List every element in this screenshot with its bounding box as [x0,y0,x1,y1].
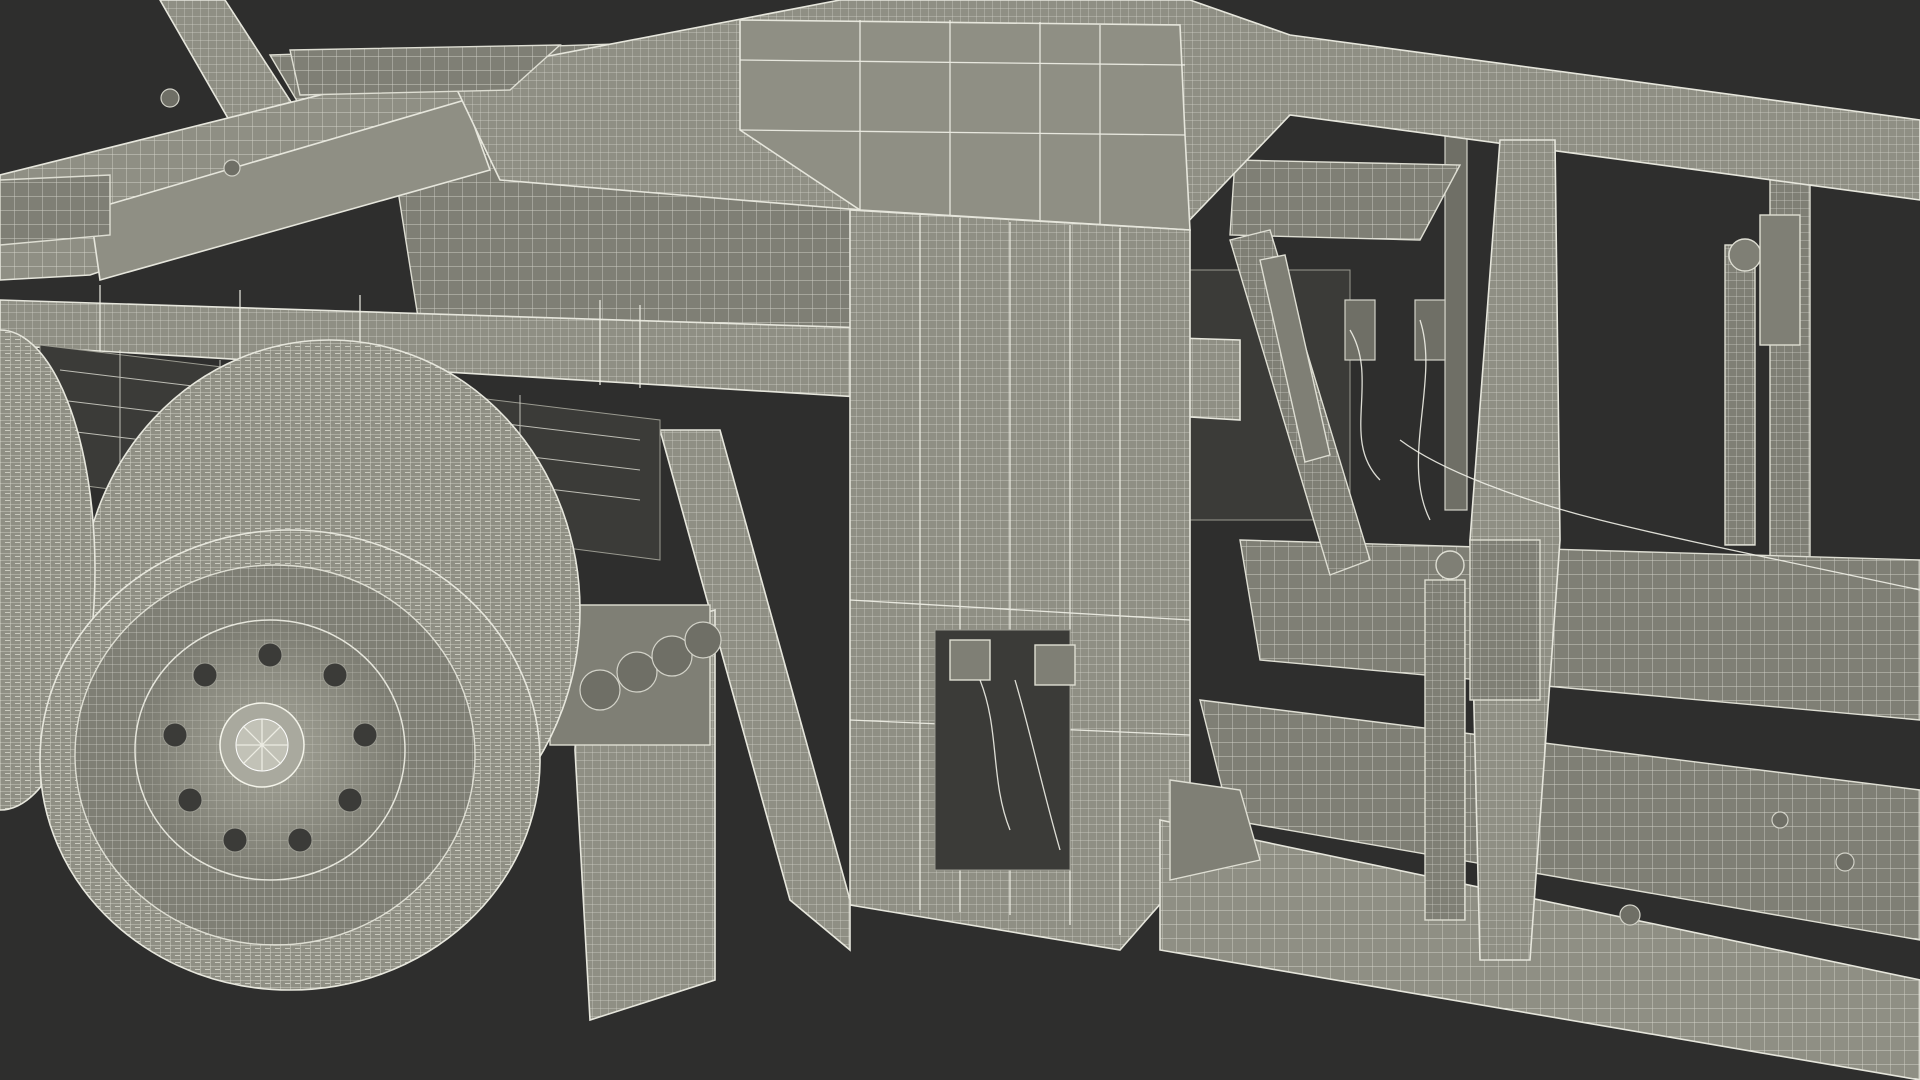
render-viewport [0,0,1920,1080]
wheel-hub [219,702,305,788]
mudflap [549,604,722,1022]
front-wheel [39,529,541,991]
main-column [849,209,1191,951]
